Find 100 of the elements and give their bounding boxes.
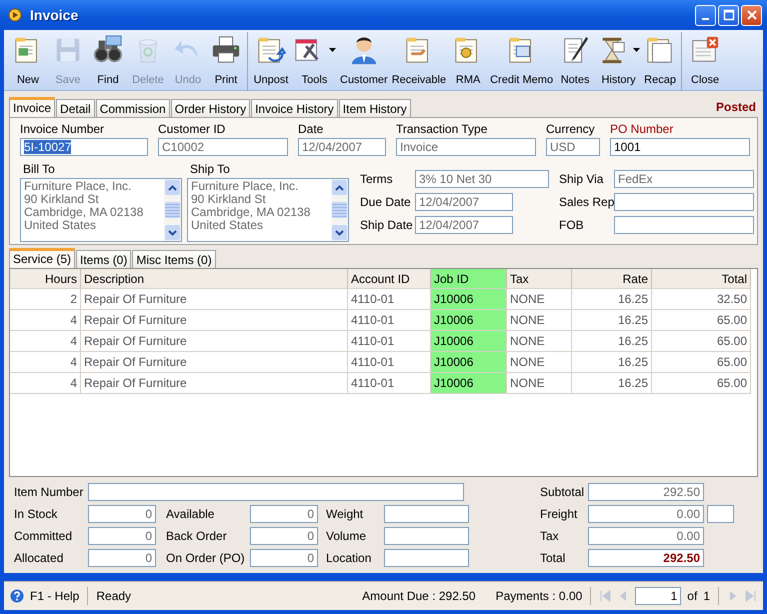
text-field[interactable]: 3% 10 Net 30	[415, 170, 549, 188]
tab[interactable]: Items (0)	[76, 250, 132, 268]
text-field[interactable]	[384, 549, 469, 567]
tab[interactable]: Order History	[170, 99, 250, 117]
field-label: Customer ID	[158, 122, 226, 136]
toolbar-button[interactable]: Customer	[338, 32, 390, 90]
scrollbar[interactable]	[331, 179, 348, 241]
binoculars-icon	[93, 35, 123, 65]
toolbar-button[interactable]: Close	[685, 32, 726, 90]
scrollbar[interactable]	[164, 179, 181, 241]
scroll-up-icon[interactable]	[335, 184, 344, 190]
field-label: Invoice Number	[20, 122, 106, 136]
column-header[interactable]: Rate	[572, 269, 652, 289]
field-label: Committed	[14, 529, 74, 543]
column-header[interactable]: Total	[652, 269, 751, 289]
tab[interactable]: Misc Items (0)	[132, 250, 216, 268]
tab[interactable]: Service (5)	[9, 248, 76, 268]
toolbar-button[interactable]: History	[595, 32, 642, 90]
toolbar-button[interactable]: Unpost	[251, 32, 291, 90]
maximize-button[interactable]	[718, 4, 739, 26]
scroll-up-icon[interactable]	[168, 184, 177, 190]
field-label: On Order (PO)	[166, 551, 246, 565]
table-cell: 32.50	[652, 289, 751, 310]
scroll-down-icon[interactable]	[168, 230, 177, 236]
table-cell: NONE	[507, 352, 572, 373]
field-label: Due Date	[360, 195, 412, 209]
total-field: 292.50	[588, 483, 704, 501]
of-label: of	[687, 589, 698, 603]
field-label: Item Number	[14, 485, 84, 499]
field-label: Weight	[326, 507, 364, 521]
scroll-down-icon[interactable]	[335, 230, 344, 236]
text-field[interactable]	[707, 505, 734, 523]
window-title: Invoice	[30, 7, 78, 23]
text-field[interactable]	[384, 527, 469, 545]
field-label: Volume	[326, 529, 368, 543]
tab[interactable]: Invoice History	[251, 99, 338, 117]
text-field[interactable]: 5I-10027	[20, 138, 148, 156]
table-cell: 4	[10, 331, 81, 352]
field-label: Transaction Type	[396, 122, 488, 136]
field-label: Terms	[360, 172, 394, 186]
table-cell: J10006	[431, 373, 507, 394]
text-field[interactable]	[88, 483, 464, 501]
table-cell: J10006	[431, 310, 507, 331]
tab[interactable]: Invoice	[9, 97, 56, 117]
tab[interactable]: Commission	[96, 99, 170, 117]
text-field[interactable]: C10002	[158, 138, 288, 156]
toolbar-button[interactable]: Tools	[291, 32, 338, 90]
total-label: Freight	[540, 507, 578, 521]
close-icon	[746, 9, 758, 21]
total-label: Subtotal	[540, 485, 586, 499]
toolbar-button[interactable]: Find	[88, 32, 128, 90]
text-field[interactable]: 12/04/2007	[298, 138, 386, 156]
minimize-icon	[702, 18, 709, 20]
column-header[interactable]: Tax	[507, 269, 572, 289]
page-field[interactable]: 1	[635, 587, 682, 605]
toolbar-button[interactable]: Print	[208, 32, 248, 90]
table-cell: 65.00	[652, 331, 751, 352]
column-header[interactable]: Hours	[10, 269, 81, 289]
toolbar-button[interactable]: Notes	[555, 32, 596, 90]
close-button[interactable]	[741, 4, 762, 26]
text-field[interactable]: 0	[88, 527, 156, 545]
toolbar-button[interactable]: Receivable	[390, 32, 448, 90]
minimize-button[interactable]	[695, 4, 716, 26]
toolbar-button[interactable]: RMA	[448, 32, 488, 90]
text-field[interactable]: Invoice	[396, 138, 536, 156]
table-cell: Repair Of Furniture	[81, 352, 348, 373]
toolbar-button[interactable]: Recap	[642, 32, 682, 90]
field-label: PO Number	[610, 122, 674, 136]
field-label: Sales Rep	[559, 195, 614, 209]
text-field[interactable]: 0	[250, 505, 318, 523]
text-field[interactable]	[384, 505, 469, 523]
table-cell: 65.00	[652, 310, 751, 331]
text-field[interactable]: FedEx	[614, 170, 754, 188]
text-field[interactable]: 12/04/2007	[415, 193, 513, 211]
payments-text: Payments : 0.00	[496, 589, 582, 603]
table-cell: 2	[10, 289, 81, 310]
toolbar-button[interactable]: New	[8, 32, 48, 90]
text-field[interactable]: 0	[88, 549, 156, 567]
address-field[interactable]: Furniture Place, Inc. 90 Kirkland St Cambridge, MA 02138 United States	[187, 178, 349, 242]
text-field[interactable]	[614, 193, 754, 211]
tab[interactable]: Detail	[56, 99, 95, 117]
text-field[interactable]: 0	[250, 549, 318, 567]
column-header[interactable]: Job ID	[431, 269, 507, 289]
address-field[interactable]: Furniture Place, Inc. 90 Kirkland St Cambridge, MA 02138 United States	[20, 178, 182, 242]
column-header[interactable]: Description	[81, 269, 348, 289]
table-cell: Repair Of Furniture	[81, 310, 348, 331]
caret-icon	[329, 48, 336, 52]
field-label: Bill To	[23, 162, 56, 176]
text-field[interactable]	[614, 216, 754, 234]
text-field[interactable]: USD	[546, 138, 600, 156]
tab[interactable]: Item History	[338, 99, 411, 117]
text-field[interactable]: 1001	[610, 138, 750, 156]
text-field[interactable]: 12/04/2007	[415, 216, 513, 234]
text-field[interactable]: 0	[88, 505, 156, 523]
column-header[interactable]: Account ID	[348, 269, 431, 289]
table-cell: 16.25	[572, 373, 652, 394]
text-field[interactable]: 0	[250, 527, 318, 545]
table-cell: 4	[10, 310, 81, 331]
toolbar-button[interactable]: Credit Memo	[488, 32, 556, 90]
table-cell: NONE	[507, 310, 572, 331]
